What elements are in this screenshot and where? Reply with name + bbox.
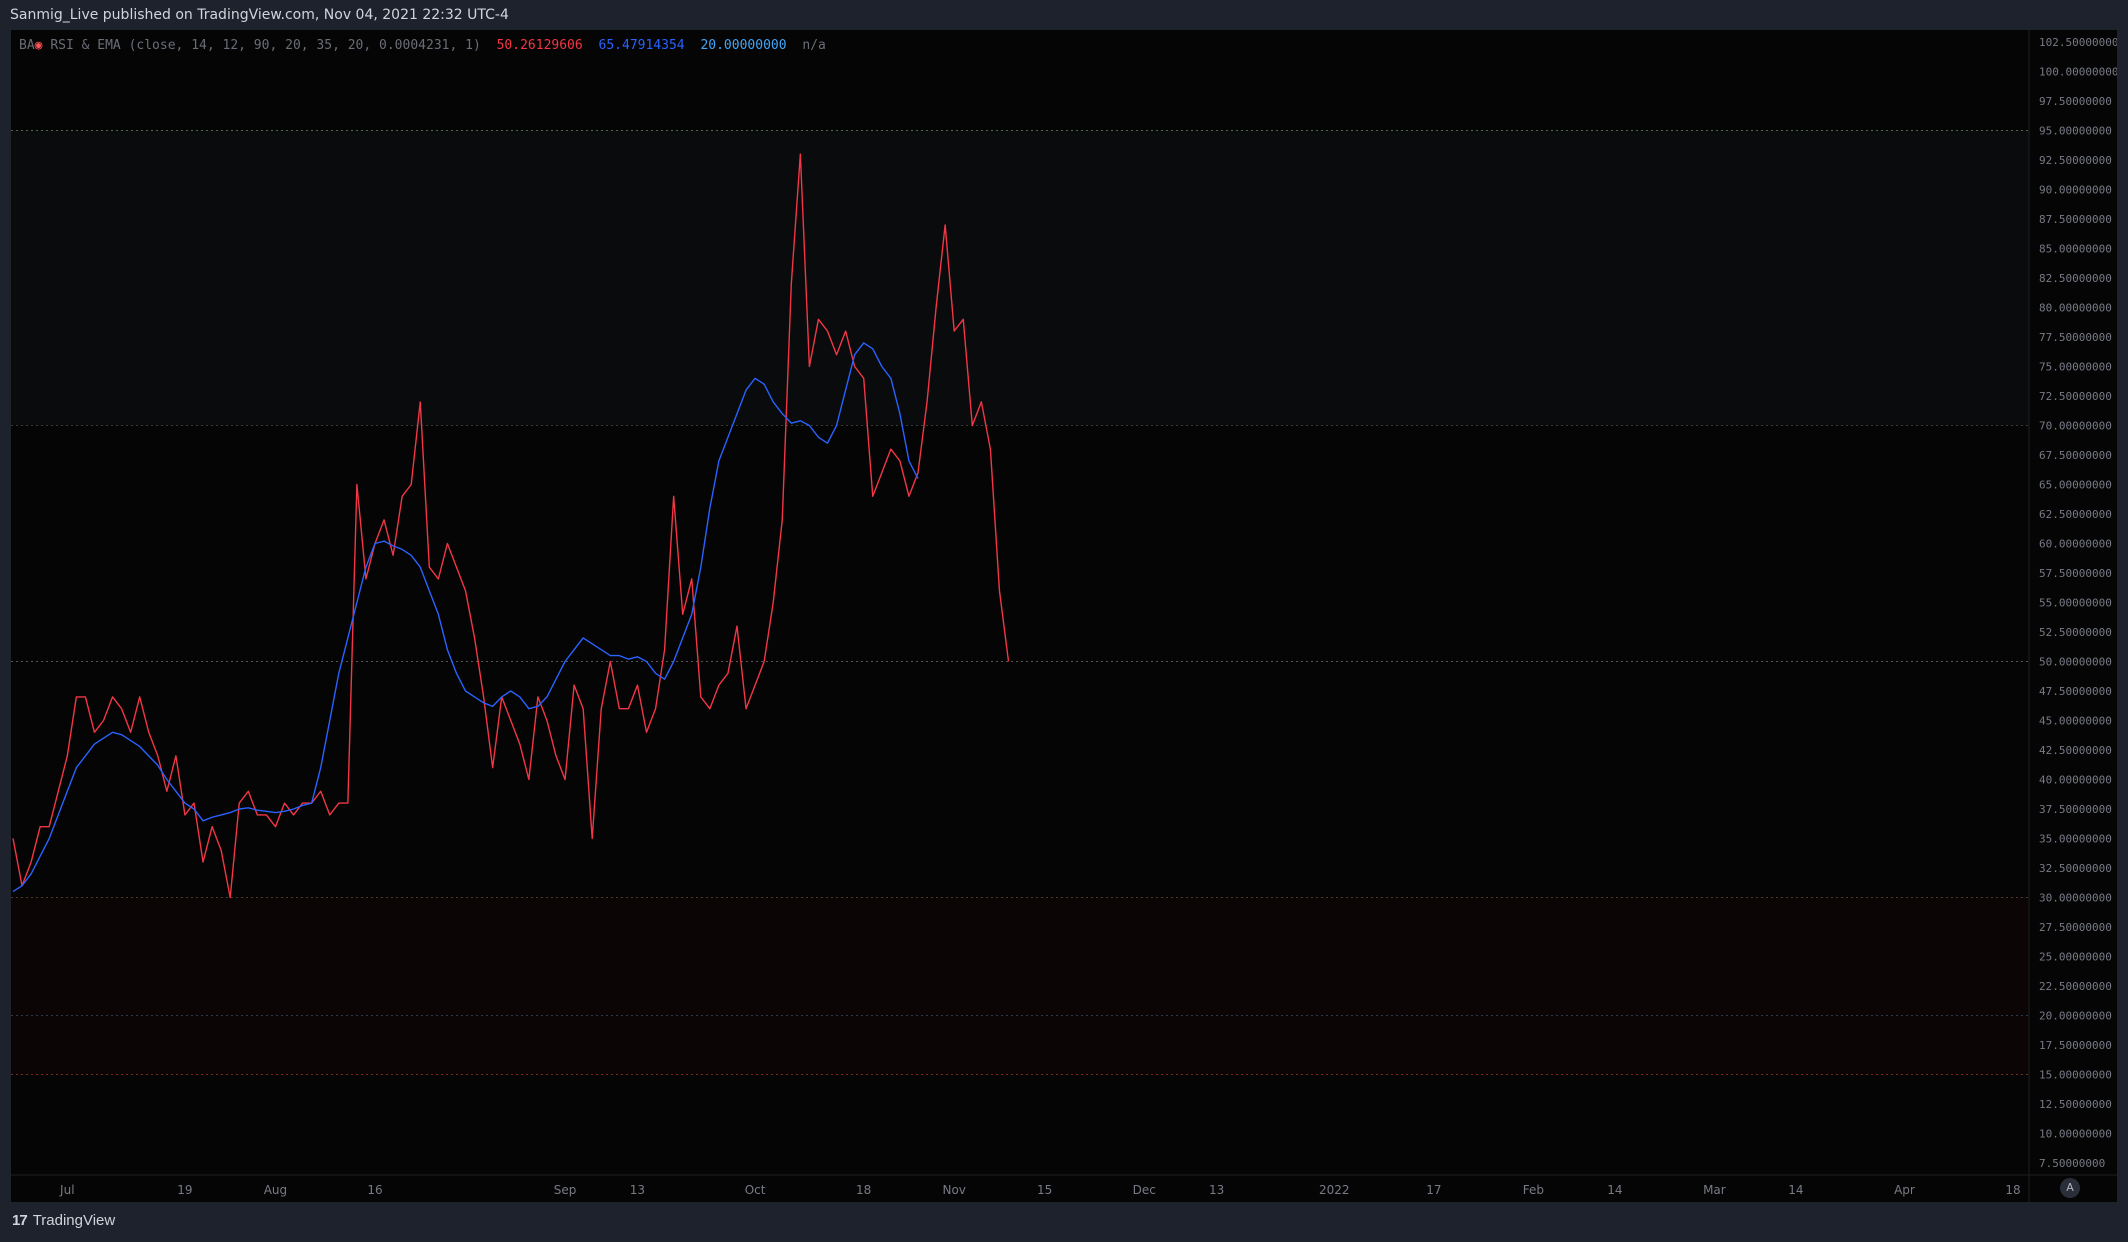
y-tick-label: 15.00000000	[2039, 1069, 2112, 1082]
publish-text: Sanmig_Live published on TradingView.com…	[10, 7, 509, 23]
y-tick-label: 12.50000000	[2039, 1098, 2112, 1111]
y-tick-label: 90.00000000	[2039, 184, 2112, 197]
legend-prefix: BA	[19, 38, 35, 53]
chart-frame[interactable]: 102.50000000 100.00000000 97.50000000 95.00…	[11, 30, 2117, 1202]
rsi-chart[interactable]: 102.50000000 100.00000000 97.50000000 95.00…	[11, 30, 2117, 1202]
oversold-band	[11, 897, 2029, 1075]
y-tick-label: 80.00000000	[2039, 302, 2112, 315]
y-tick-label: 92.50000000	[2039, 154, 2112, 167]
x-tick-label: 14	[1788, 1183, 1803, 1197]
y-tick-label: 87.50000000	[2039, 213, 2112, 226]
y-tick-label: 37.50000000	[2039, 803, 2112, 816]
auto-scale-button[interactable]: A	[2060, 1178, 2080, 1198]
legend-value-ema: 65.47914354	[598, 38, 685, 53]
tradingview-logo-icon: 17	[12, 1212, 28, 1229]
x-tick-label: 18	[856, 1183, 871, 1197]
y-tick-label: 30.00000000	[2039, 892, 2112, 905]
y-tick-label: 55.00000000	[2039, 597, 2112, 610]
x-tick-label: 2022	[1319, 1183, 1350, 1197]
x-tick-label: Sep	[554, 1183, 577, 1197]
x-tick-label: 13	[630, 1183, 645, 1197]
legend-value-rsi: 50.26129606	[496, 38, 583, 53]
y-tick-label: 22.50000000	[2039, 980, 2112, 993]
y-tick-label: 32.50000000	[2039, 862, 2112, 875]
overbought-band	[11, 130, 2029, 426]
y-tick-label: 82.50000000	[2039, 272, 2112, 285]
x-tick-label: Mar	[1703, 1183, 1726, 1197]
y-tick-label: 75.00000000	[2039, 361, 2112, 374]
x-tick-label: Nov	[942, 1183, 965, 1197]
y-tick-label: 47.50000000	[2039, 685, 2112, 698]
y-tick-label: 57.50000000	[2039, 567, 2112, 580]
devil-face-icon: ◉	[34, 38, 43, 53]
x-tick-label: 17	[1426, 1183, 1441, 1197]
y-tick-label: 10.00000000	[2039, 1128, 2112, 1141]
y-tick-label: 7.50000000	[2039, 1157, 2105, 1170]
y-tick-label: 102.50000000	[2039, 36, 2117, 49]
study-legend[interactable]: BA◉ RSI & EMA (close, 14, 12, 90, 20, 35…	[19, 38, 826, 53]
y-tick-label: 95.00000000	[2039, 125, 2112, 138]
legend-value-na: n/a	[802, 38, 826, 53]
x-tick-label: Oct	[745, 1183, 766, 1197]
y-tick-label: 62.50000000	[2039, 508, 2112, 521]
y-tick-label: 77.50000000	[2039, 331, 2112, 344]
y-tick-label: 52.50000000	[2039, 626, 2112, 639]
publish-header: Sanmig_Live published on TradingView.com…	[0, 0, 2128, 30]
x-tick-label: 18	[2005, 1183, 2020, 1197]
y-tick-label: 97.50000000	[2039, 95, 2112, 108]
y-tick-label: 60.00000000	[2039, 538, 2112, 551]
footer-bar: 17 TradingView	[0, 1202, 2128, 1242]
y-tick-label: 50.00000000	[2039, 656, 2112, 669]
y-tick-label: 35.00000000	[2039, 833, 2112, 846]
brand-name: TradingView	[32, 1212, 116, 1229]
y-tick-label: 17.50000000	[2039, 1039, 2112, 1052]
y-tick-label: 100.00000000	[2039, 66, 2117, 79]
y-tick-label: 67.50000000	[2039, 449, 2112, 462]
y-tick-label: 20.00000000	[2039, 1010, 2112, 1023]
x-tick-label: Apr	[1894, 1183, 1915, 1197]
legend-study-title: RSI & EMA (close, 14, 12, 90, 20, 35, 20…	[50, 38, 481, 53]
x-tick-label: 16	[367, 1183, 382, 1197]
tradingview-brand[interactable]: 17 TradingView	[12, 1212, 115, 1229]
y-tick-label: 45.00000000	[2039, 715, 2112, 728]
x-tick-label: 13	[1209, 1183, 1224, 1197]
x-tick-label: 14	[1607, 1183, 1622, 1197]
y-tick-label: 85.00000000	[2039, 243, 2112, 256]
x-tick-label: Aug	[264, 1183, 287, 1197]
y-tick-label: 40.00000000	[2039, 774, 2112, 787]
y-tick-label: 25.00000000	[2039, 951, 2112, 964]
x-tick-label: 15	[1037, 1183, 1052, 1197]
x-tick-label: Jul	[59, 1183, 74, 1197]
legend-value-level: 20.00000000	[700, 38, 787, 53]
x-tick-label: 19	[177, 1183, 192, 1197]
x-tick-label: Dec	[1133, 1183, 1156, 1197]
y-tick-label: 42.50000000	[2039, 744, 2112, 757]
y-tick-label: 65.00000000	[2039, 479, 2112, 492]
y-tick-label: 27.50000000	[2039, 921, 2112, 934]
y-tick-label: 70.00000000	[2039, 420, 2112, 433]
y-tick-label: 72.50000000	[2039, 390, 2112, 403]
x-tick-label: Feb	[1523, 1183, 1544, 1197]
